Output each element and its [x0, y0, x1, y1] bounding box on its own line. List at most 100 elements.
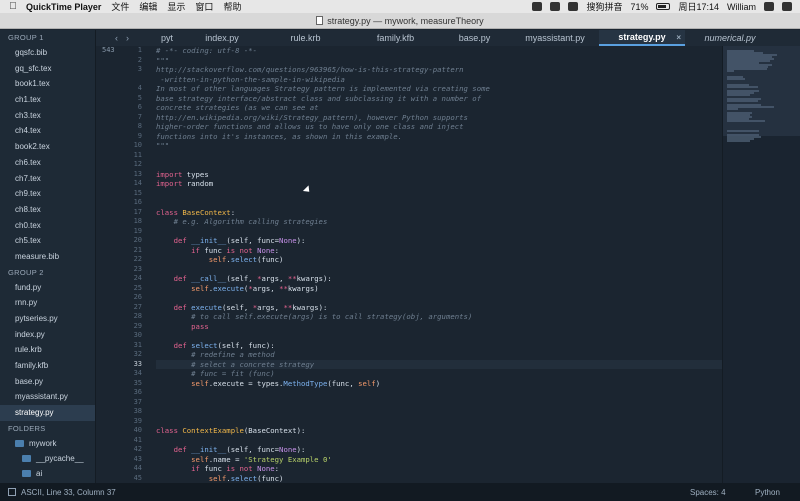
code-line[interactable]: self.name = 'Strategy Example 0'	[156, 455, 722, 465]
code-line[interactable]: self.execute = types.MethodType(func, se…	[156, 379, 722, 389]
code-line[interactable]: if func is not None:	[156, 464, 722, 474]
sidebar-file[interactable]: ch7.tex	[0, 171, 95, 187]
code-line[interactable]	[156, 151, 722, 161]
code-area[interactable]: # -*- coding: utf-8 -*- """ http://stackov…	[156, 46, 722, 483]
code-line[interactable]: # -*- coding: utf-8 -*-	[156, 46, 722, 56]
panel-toggle-icon[interactable]	[8, 488, 16, 496]
tab[interactable]: index.py	[186, 30, 258, 46]
syntax-selector[interactable]: Python	[755, 488, 780, 497]
sidebar-file[interactable]: family.kfb	[0, 358, 95, 374]
editor[interactable]: 543 1 2 3 4 5 6 7 8 9 10 11 12 13 14 15 16 17 18 19 20 21 22 2…	[96, 46, 722, 483]
sidebar-file[interactable]: ch8.tex	[0, 202, 95, 218]
sidebar-file[interactable]: ch3.tex	[0, 108, 95, 124]
sidebar-file[interactable]: measure.bib	[0, 249, 95, 265]
code-line[interactable]: def __call__(self, *args, **kwargs):	[156, 274, 722, 284]
code-line[interactable]: class ContextExample(BaseContext):	[156, 426, 722, 436]
clock[interactable]: 周日17:14	[678, 0, 719, 13]
sidebar-file[interactable]: ch1.tex	[0, 92, 95, 108]
folder-pycache[interactable]: __pycache__	[0, 451, 95, 466]
code-line[interactable]: http://stackoverflow.com/questions/96396…	[156, 65, 722, 75]
app-menu[interactable]: QuickTime Player	[26, 2, 101, 12]
code-line[interactable]: """	[156, 56, 722, 66]
code-line[interactable]: concrete strategies (as we can see at	[156, 103, 722, 113]
sidebar-file[interactable]: rnn.py	[0, 295, 95, 311]
tab[interactable]: base.py	[438, 30, 511, 46]
code-line[interactable]: pass	[156, 322, 722, 332]
code-line[interactable]: # redefine a method	[156, 350, 722, 360]
indentation-setting[interactable]: Spaces: 4	[690, 488, 726, 497]
code-line[interactable]: def __init__(self, func=None):	[156, 236, 722, 246]
chevron-right-icon[interactable]: ›	[126, 33, 129, 43]
menu-view[interactable]: 显示	[167, 0, 185, 13]
code-line[interactable]	[156, 417, 722, 427]
code-line[interactable]	[156, 198, 722, 208]
tab[interactable]: strategy.py ×	[599, 30, 685, 46]
user-menu[interactable]: William	[727, 2, 756, 12]
code-line[interactable]: self.execute(*args, **kwargs)	[156, 284, 722, 294]
sidebar-file[interactable]: ch6.tex	[0, 155, 95, 171]
tab[interactable]: rule.krb	[258, 30, 353, 46]
code-line[interactable]: import random	[156, 179, 722, 189]
code-line[interactable]	[156, 189, 722, 199]
battery-icon[interactable]	[656, 3, 671, 10]
code-line[interactable]	[156, 398, 722, 408]
code-line[interactable]	[156, 227, 722, 237]
group-2-header[interactable]: GROUP 2	[0, 265, 95, 280]
code-line[interactable]: self.select(func)	[156, 255, 722, 265]
code-line[interactable]: functions into it's instances, as shown …	[156, 132, 722, 142]
code-line[interactable]: # e.g. Algorithm calling strategies	[156, 217, 722, 227]
code-line[interactable]	[156, 388, 722, 398]
code-line[interactable]	[156, 293, 722, 303]
code-line[interactable]	[156, 265, 722, 275]
code-line[interactable]: # select a concrete strategy	[156, 359, 722, 369]
menu-edit[interactable]: 编辑	[139, 0, 157, 13]
sidebar-file[interactable]: ch5.tex	[0, 233, 95, 249]
code-line[interactable]: self.select(func)	[156, 474, 722, 484]
code-line[interactable]: http://en.wikipedia.org/wiki/Strategy_pa…	[156, 113, 722, 123]
code-line[interactable]	[156, 160, 722, 170]
sidebar-file[interactable]: ch9.tex	[0, 186, 95, 202]
chevron-left-icon[interactable]: ‹	[115, 33, 118, 43]
sidebar-file[interactable]: book1.tex	[0, 76, 95, 92]
code-line[interactable]: def select(self, func):	[156, 341, 722, 351]
code-line[interactable]: base strategy interface/abstract class a…	[156, 94, 722, 104]
code-line[interactable]: higher-order functions and allows us to …	[156, 122, 722, 132]
code-line[interactable]: """	[156, 141, 722, 151]
tab[interactable]: pyt	[148, 30, 186, 46]
sidebar-file[interactable]: gqsfc.bib	[0, 45, 95, 61]
sidebar-file[interactable]: ch4.tex	[0, 123, 95, 139]
code-line[interactable]: def __init__(self, func=None):	[156, 445, 722, 455]
code-line[interactable]: import types	[156, 170, 722, 180]
code-line[interactable]: if func is not None:	[156, 246, 722, 256]
code-line[interactable]	[156, 407, 722, 417]
code-line[interactable]: class BaseContext:	[156, 208, 722, 218]
status-icon[interactable]	[532, 2, 543, 11]
notification-icon[interactable]	[782, 2, 792, 11]
sidebar-file[interactable]: rule.krb	[0, 342, 95, 358]
tab[interactable]: family.kfb	[353, 30, 438, 46]
code-line[interactable]: In most of other languages Strategy patt…	[156, 84, 722, 94]
folder-ai[interactable]: ai	[0, 466, 95, 481]
tab[interactable]: myassistant.py	[511, 30, 599, 46]
sidebar-file[interactable]: myassistant.py	[0, 389, 95, 405]
minimap[interactable]	[722, 46, 800, 483]
sidebar-file[interactable]: pytseries.py	[0, 311, 95, 327]
cloud-icon[interactable]	[550, 2, 561, 11]
menu-window[interactable]: 窗口	[195, 0, 213, 13]
code-line[interactable]: # to call self.execute(args) is to call …	[156, 312, 722, 322]
close-icon[interactable]: ×	[676, 33, 681, 42]
code-line[interactable]: def execute(self, *args, **kwargs):	[156, 303, 722, 313]
folder-mywork[interactable]: mywork	[0, 436, 95, 451]
sidebar-file[interactable]: strategy.py	[0, 405, 95, 421]
wifi-icon[interactable]	[568, 2, 579, 11]
search-icon[interactable]	[764, 2, 774, 11]
sidebar-file[interactable]: gq_sfc.tex	[0, 61, 95, 77]
code-line[interactable]	[156, 436, 722, 446]
code-line[interactable]: # func = fit (func)	[156, 369, 722, 379]
code-line[interactable]: -written-in-python-the-sample-in-wikiped…	[156, 75, 722, 85]
sidebar-file[interactable]: fund.py	[0, 280, 95, 296]
sidebar-file[interactable]: index.py	[0, 327, 95, 343]
group-1-header[interactable]: GROUP 1	[0, 30, 95, 45]
menu-file[interactable]: 文件	[111, 0, 129, 13]
sidebar-file[interactable]: ch0.tex	[0, 218, 95, 234]
